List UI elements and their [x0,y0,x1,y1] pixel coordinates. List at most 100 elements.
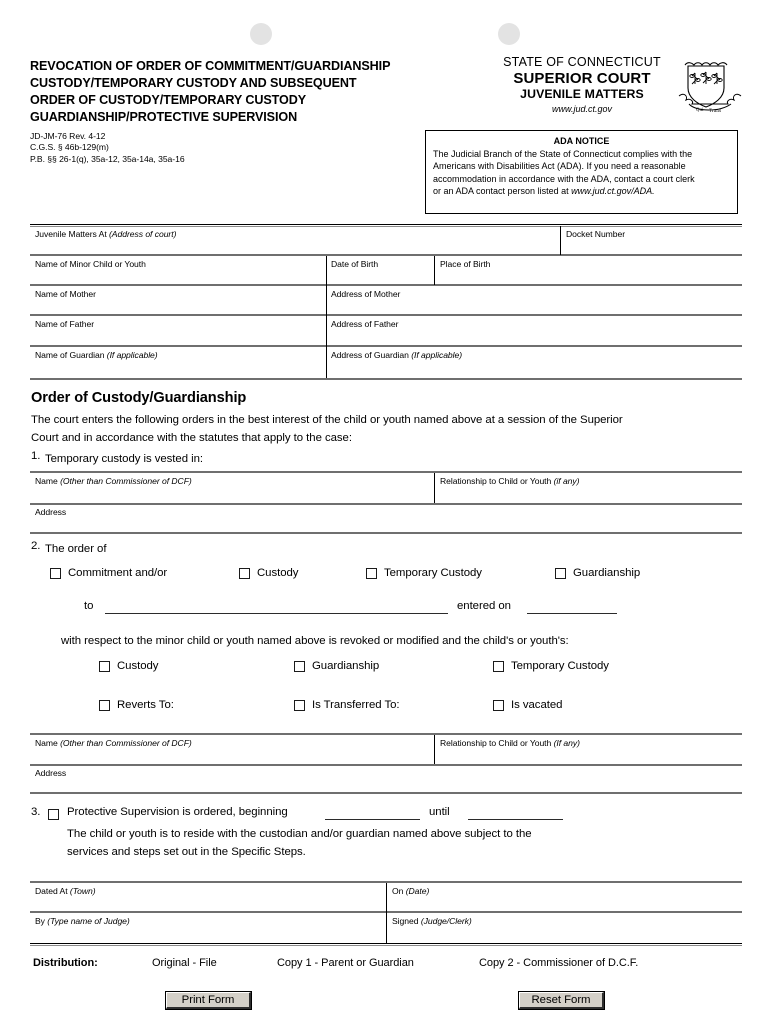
checkbox-guardianship[interactable]: Guardianship [555,567,640,579]
item-2-number: 2. [31,540,41,552]
item-2-respect-text: with respect to the minor child or youth… [61,635,569,647]
print-form-button[interactable]: Print Form [166,992,251,1009]
checkbox-status-guardianship-label: Guardianship [312,660,380,672]
dated-at-field-label: Dated At (Town) [35,886,96,896]
guardian-name-field-label: Name of Guardian (If applicable) [35,350,158,360]
signed-field-label: Signed (Judge/Clerk) [392,916,472,926]
item-2-entered-on-input[interactable] [527,613,617,614]
form-title-block: REVOCATION OF ORDER OF COMMITMENT/GUARDI… [30,58,450,165]
transfer-address-field-label: Address [35,768,67,778]
item-2-order-to-input[interactable] [105,613,448,614]
reset-form-button[interactable]: Reset Form [519,992,604,1009]
court-address-field-label: Juvenile Matters At (Address of court) [35,229,177,239]
docket-number-field-label: Docket Number [566,229,626,239]
case-table-bottom-border [30,378,742,380]
reset-form-button-label: Reset Form [531,994,591,1006]
checkbox-reverts-to-box[interactable] [99,699,110,711]
vested-block-divider [434,473,435,503]
checkbox-is-transferred-to-label: Is Transferred To: [312,699,400,711]
checkbox-is-vacated-label: Is vacated [511,699,563,711]
ada-notice-title: ADA NOTICE [553,136,610,146]
distribution-item-original: Original - File [152,957,217,969]
checkbox-is-vacated[interactable]: Is vacated [493,699,562,711]
transfer-block-top-border [30,733,742,735]
svg-text:Trans: Trans [709,108,721,113]
checkbox-is-vacated-box[interactable] [493,699,504,711]
ada-notice-line-2: Americans with Disabilities Act (ADA). I… [433,161,686,172]
court-identity-block: STATE OF CONNECTICUT SUPERIOR COURT JUVE… [487,55,677,114]
checkbox-status-guardianship[interactable]: Guardianship [294,660,379,672]
checkbox-custody-box[interactable] [239,567,250,579]
vested-block-top-border [30,471,742,473]
father-name-field-label: Name of Father [35,319,95,329]
checkbox-protective-supervision-box[interactable] [48,809,59,820]
checkbox-status-custody-label: Custody [117,660,159,672]
mother-address-field-label: Address of Mother [331,289,401,299]
transfer-block-divider [434,735,435,764]
checkbox-guardianship-label: Guardianship [573,567,641,579]
item-3-until-input[interactable] [468,819,563,820]
checkbox-status-temporary-custody-box[interactable] [493,660,504,672]
docket-column-divider [560,226,561,255]
ada-notice-line-4: or an ADA contact person listed at www.j… [433,186,655,197]
item-3-line-2: The child or youth is to reside with the… [67,828,532,840]
checkbox-status-temporary-custody[interactable]: Temporary Custody [493,660,609,672]
checkbox-custody[interactable]: Custody [239,567,298,579]
item-2-entered-on-label: entered on [457,600,511,612]
item-3-beginning-input[interactable] [325,819,420,820]
vested-block-bottom-border [30,532,742,534]
form-page: REVOCATION OF ORDER OF COMMITMENT/GUARDI… [0,0,770,1024]
checkbox-temporary-custody-box[interactable] [366,567,377,579]
item-3-line-3: services and steps set out in the Specif… [67,846,306,858]
order-intro-line-1: The court enters the following orders in… [31,414,623,426]
svg-text:Qui: Qui [696,107,704,112]
vested-address-field-label: Address [35,507,67,517]
dob-field-label: Date of Birth [331,259,379,269]
checkbox-status-custody[interactable]: Custody [99,660,158,672]
checkbox-commitment[interactable]: Commitment and/or [50,567,167,579]
item-1-text: Temporary custody is vested in: [45,453,203,465]
print-form-button-label: Print Form [181,994,235,1006]
signature-block-divider [386,883,387,943]
distribution-item-copy-2: Copy 2 - Commissioner of D.C.F. [479,957,639,969]
dob-pob-divider [434,256,435,285]
checkbox-temporary-custody-label: Temporary Custody [384,567,482,579]
transfer-block-rule-1 [30,764,742,766]
checkbox-status-guardianship-box[interactable] [294,660,305,672]
checkbox-temporary-custody[interactable]: Temporary Custody [366,567,482,579]
order-intro-line-2: Court and in accordance with the statute… [31,432,352,444]
checkbox-guardianship-box[interactable] [555,567,566,579]
case-table-top-border [30,224,742,227]
by-judge-field-label: By (Type name of Judge) [35,916,130,926]
ada-notice-box: ADA NOTICE The Judicial Branch of the St… [425,130,738,214]
vested-name-field-label: Name (Other than Commissioner of DCF) [35,476,192,486]
signature-block-bottom-border [30,943,742,946]
checkbox-status-custody-box[interactable] [99,660,110,672]
state-name: STATE OF CONNECTICUT [503,55,661,69]
case-table-rule-3 [30,314,742,316]
father-address-field-label: Address of Father [331,319,399,329]
checkbox-is-transferred-to-box[interactable] [294,699,305,711]
checkbox-is-transferred-to[interactable]: Is Transferred To: [294,699,400,711]
transfer-block-bottom-border [30,792,742,794]
court-website: www.jud.ct.gov [551,104,613,114]
case-table-rule-4 [30,345,742,347]
item-3-until-label: until [429,806,450,818]
hole-punch-left-icon [250,23,272,45]
form-title-line-4: GUARDIANSHIP/PROTECTIVE SUPERVISION [30,110,298,124]
checkbox-reverts-to[interactable]: Reverts To: [99,699,174,711]
ada-notice-line-1: The Judicial Branch of the State of Conn… [433,149,693,159]
vested-relationship-field-label: Relationship to Child or Youth (if any) [440,476,580,486]
case-table-rule-2 [30,284,742,286]
form-title-line-2: CUSTODY/TEMPORARY CUSTODY AND SUBSEQUENT [30,76,357,90]
on-date-field-label: On (Date) [392,886,430,896]
order-section-heading: Order of Custody/Guardianship [31,390,247,406]
court-name: SUPERIOR COURT [513,70,651,87]
item-3-text-before: Protective Supervision is ordered, begin… [67,806,288,818]
transfer-name-field-label: Name (Other than Commissioner of DCF) [35,738,192,748]
checkbox-reverts-to-label: Reverts To: [117,699,174,711]
item-3-number: 3. [31,806,41,818]
guardian-address-field-label: Address of Guardian (If applicable) [331,350,463,360]
item-1-number: 1. [31,450,41,462]
checkbox-commitment-box[interactable] [50,567,61,579]
